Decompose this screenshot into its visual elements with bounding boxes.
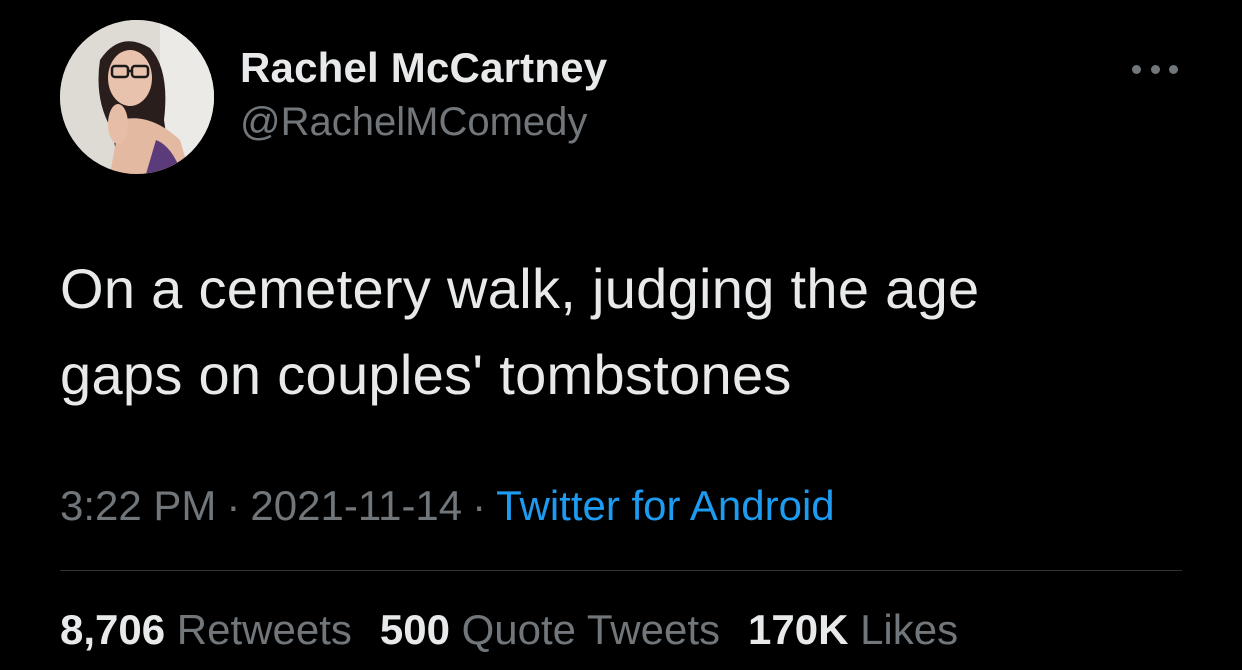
tweet-text: On a cemetery walk, judging the age gaps… <box>60 246 1190 418</box>
tweet-date[interactable]: 2021-11-14 <box>250 482 462 529</box>
tweet-time[interactable]: 3:22 PM <box>60 482 216 529</box>
quote-tweets-label: Quote Tweets <box>461 606 720 653</box>
author-handle[interactable]: @RachelMComedy <box>240 100 587 145</box>
quote-tweets-stat[interactable]: 500 Quote Tweets <box>380 606 720 654</box>
dot-icon <box>1150 64 1160 74</box>
dot-icon <box>1169 64 1178 74</box>
tweet-text-line: gaps on couples' tombstones <box>60 343 792 406</box>
dot-icon <box>1132 64 1141 74</box>
meta-separator: · <box>472 482 487 529</box>
profile-photo-icon <box>60 20 214 174</box>
retweets-label: Retweets <box>176 606 352 653</box>
retweets-count: 8,706 <box>60 606 166 653</box>
tweet-card: Rachel McCartney @RachelMComedy On a cem… <box>0 0 1242 670</box>
author-name[interactable]: Rachel McCartney <box>240 44 607 92</box>
meta-separator: · <box>226 482 241 529</box>
avatar[interactable] <box>60 20 214 174</box>
tweet-stats: 8,706 Retweets 500 Quote Tweets 170K Lik… <box>60 606 958 654</box>
divider <box>60 570 1182 571</box>
tweet-source-link[interactable]: Twitter for Android <box>496 482 834 529</box>
more-options-icon[interactable] <box>1132 52 1178 86</box>
likes-count: 170K <box>748 606 849 653</box>
retweets-stat[interactable]: 8,706 Retweets <box>60 606 352 654</box>
tweet-meta: 3:22 PM · 2021-11-14 · Twitter for Android <box>60 482 835 530</box>
quote-tweets-count: 500 <box>379 606 450 653</box>
likes-stat[interactable]: 170K Likes <box>748 606 958 654</box>
likes-label: Likes <box>860 606 959 653</box>
tweet-text-line: On a cemetery walk, judging the age <box>60 257 980 320</box>
